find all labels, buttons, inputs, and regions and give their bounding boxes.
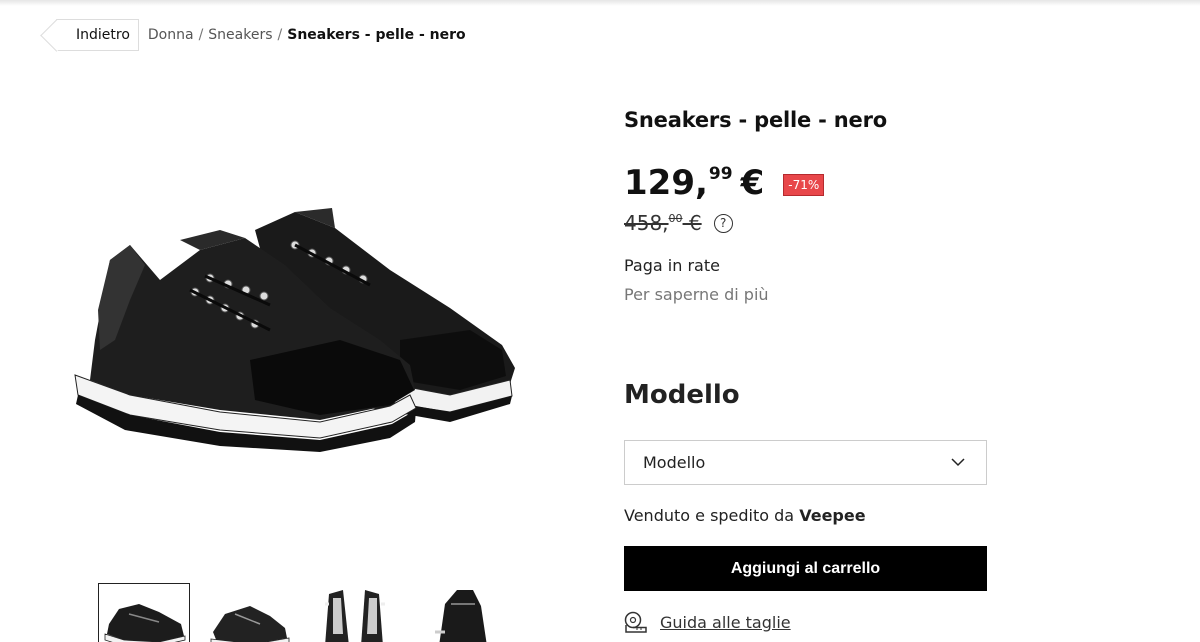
sold-by-prefix: Venduto e spedito da (624, 506, 800, 525)
sold-by-name: Veepee (799, 506, 866, 525)
size-guide-label: Guida alle taglie (660, 612, 791, 632)
product-main-image[interactable] (70, 190, 520, 460)
sneaker-thumbnail-image (104, 604, 186, 642)
breadcrumb-current: Sneakers - pelle - nero (287, 27, 466, 43)
chevron-down-icon (951, 458, 965, 467)
measuring-tape-icon (624, 611, 647, 633)
thumbnail-2[interactable] (204, 583, 296, 642)
model-select-value: Modello (643, 453, 706, 472)
back-button[interactable]: Indietro (56, 19, 139, 51)
installments-title: Paga in rate (624, 256, 720, 275)
back-button-label: Indietro (76, 27, 130, 43)
thumbnail-1[interactable] (98, 583, 190, 642)
old-price-decimals: 00 (668, 212, 683, 225)
sneaker-pair-image (74, 208, 515, 452)
sneaker-thumbnail-image (435, 590, 487, 642)
thumbnail-strip (98, 583, 508, 642)
old-price-integer: 458, (624, 211, 669, 235)
question-mark-icon[interactable]: ? (713, 213, 733, 233)
thumbnail-4[interactable] (416, 583, 508, 642)
price-integer: 129, (624, 163, 708, 203)
sold-by-text: Venduto e spedito da Veepee (624, 506, 866, 525)
discount-badge: -71% (783, 174, 825, 196)
breadcrumb-link-donna[interactable]: Donna (148, 27, 194, 43)
sneaker-thumbnail-image (210, 606, 290, 642)
price-row: 129, 99 € -71% (624, 162, 825, 204)
add-to-cart-button[interactable]: Aggiungi al carrello (624, 546, 987, 591)
top-bar-shadow (0, 0, 1200, 6)
old-price-currency: € (682, 211, 702, 235)
price-currency: € (740, 163, 765, 203)
model-select[interactable]: Modello (624, 440, 987, 485)
old-price-row: 458, 00 € ? (624, 211, 733, 235)
old-price: 458, 00 € (624, 211, 702, 235)
breadcrumb-separator: / (198, 27, 204, 43)
breadcrumb-trail: Donna / Sneakers / Sneakers - pelle - ne… (148, 27, 466, 43)
breadcrumb: Indietro Donna / Sneakers / Sneakers - p… (56, 19, 466, 51)
price-decimals: 99 (708, 164, 733, 184)
product-title: Sneakers - pelle - nero (624, 108, 887, 132)
breadcrumb-separator: / (277, 27, 283, 43)
size-guide-link[interactable]: Guida alle taglie (624, 611, 791, 633)
sneaker-thumbnail-image (325, 590, 385, 642)
installments-info-link[interactable]: Per saperne di più (624, 285, 769, 304)
breadcrumb-link-sneakers[interactable]: Sneakers (208, 27, 272, 43)
model-heading: Modello (624, 380, 740, 410)
thumbnail-3[interactable] (310, 583, 402, 642)
